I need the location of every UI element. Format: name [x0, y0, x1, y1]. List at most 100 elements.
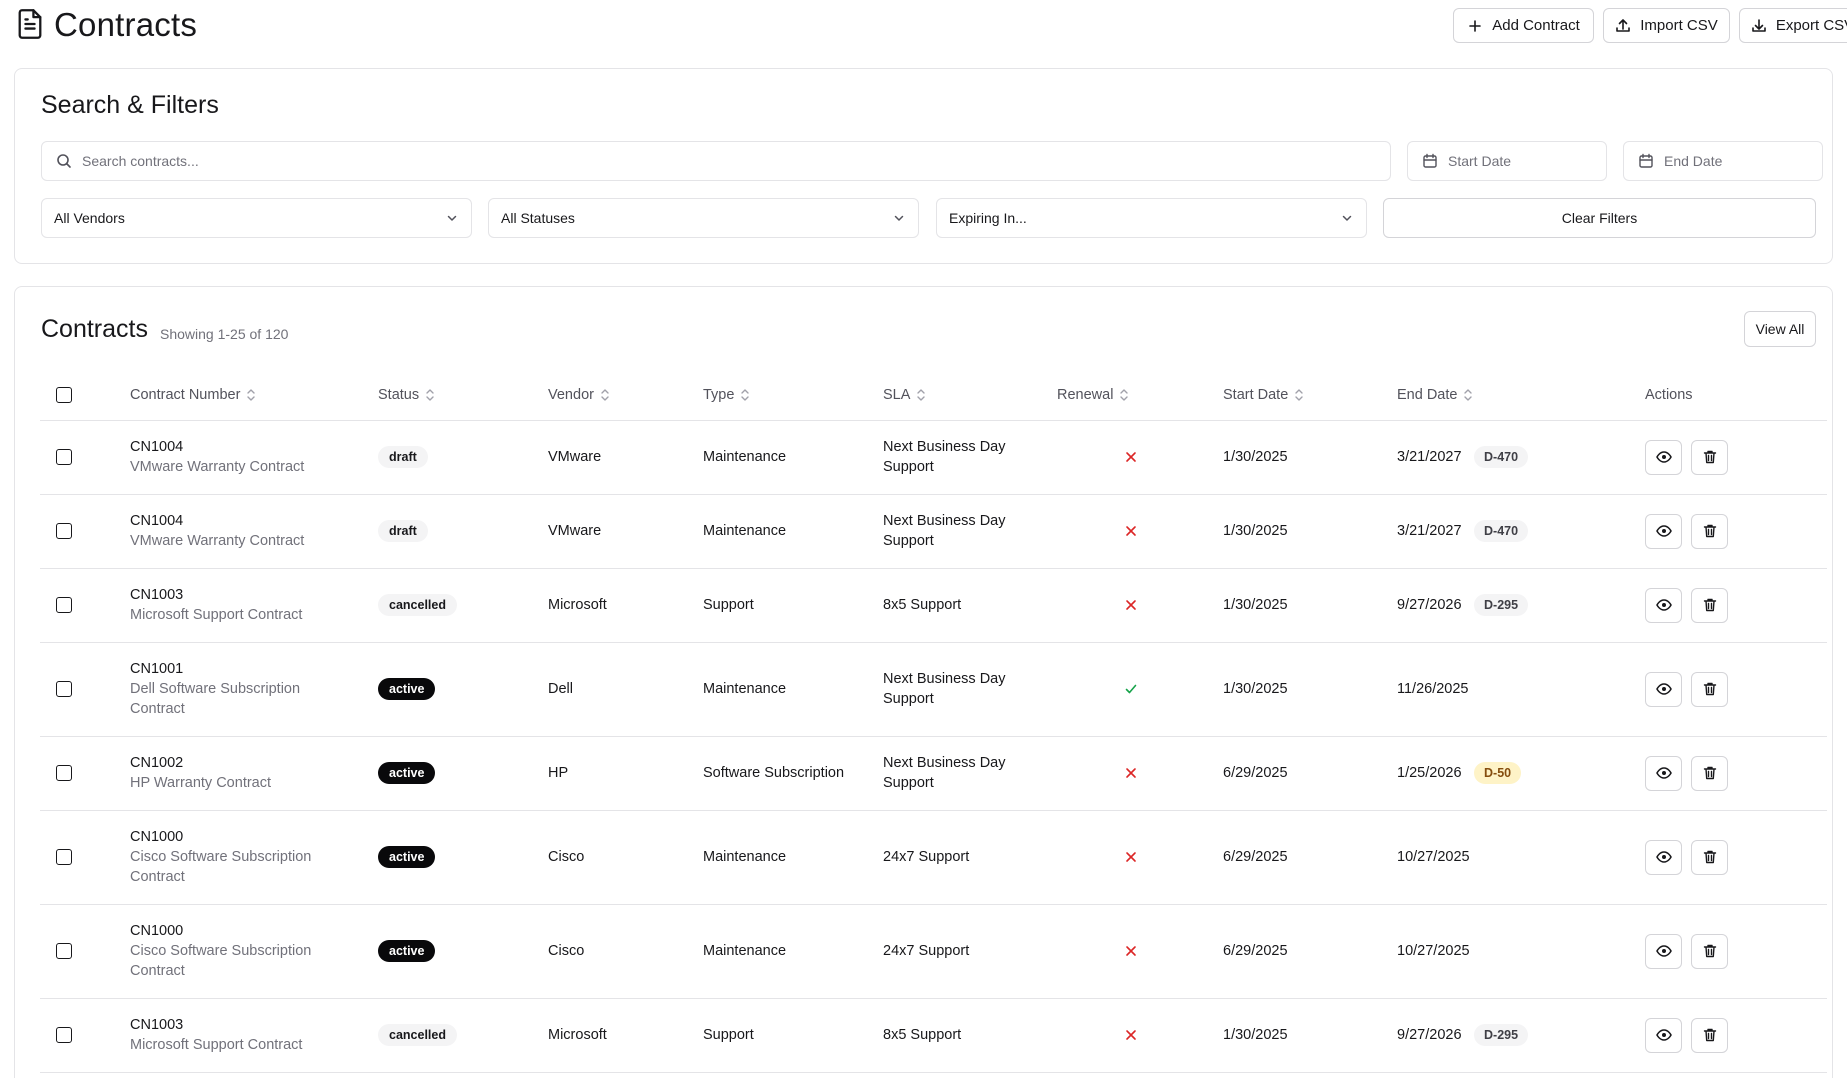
row-checkbox[interactable]	[56, 765, 72, 781]
calendar-icon	[1639, 153, 1653, 168]
delete-button[interactable]	[1691, 513, 1728, 549]
vendor-cell: Cisco	[548, 943, 585, 959]
status-badge: cancelled	[378, 1024, 457, 1046]
contract-cell[interactable]: CN1003 Microsoft Support Contract	[130, 585, 302, 625]
type-cell: Maintenance	[703, 449, 787, 465]
view-button[interactable]	[1645, 587, 1682, 623]
contract-cell[interactable]: CN1002 HP Warranty Contract	[130, 753, 271, 793]
type-cell: Maintenance	[703, 943, 787, 959]
sla-cell: Next Business Day Support	[883, 511, 1006, 551]
export-csv-label: Export CSV	[1775, 17, 1847, 34]
end-date-cell: 10/27/2025	[1397, 943, 1470, 959]
sla-cell: Next Business Day Support	[883, 753, 1006, 793]
column-header-label: Vendor	[548, 387, 594, 403]
sla-line: Next Business Day	[883, 755, 1006, 771]
delete-button[interactable]	[1691, 439, 1728, 475]
delete-button[interactable]	[1691, 671, 1728, 707]
x-icon	[1126, 526, 1136, 536]
sort-icon	[247, 389, 256, 401]
column-header-actions: Actions	[1645, 387, 1693, 403]
column-header-contract-number[interactable]: Contract Number	[130, 387, 256, 403]
sort-icon	[917, 389, 926, 401]
contract-cell[interactable]: CN1000 Cisco Software Subscription Contrac…	[130, 827, 311, 887]
sla-cell: 24x7 Support	[883, 941, 969, 961]
row-checkbox[interactable]	[56, 1027, 72, 1043]
contract-cell[interactable]: CN1000 Cisco Software Subscription Contrac…	[130, 921, 311, 981]
sla-cell: 8x5 Support	[883, 595, 961, 615]
row-checkbox[interactable]	[56, 681, 72, 697]
sort-icon	[601, 389, 609, 401]
status-select[interactable]: All Statuses	[488, 198, 919, 238]
row-checkbox[interactable]	[56, 849, 72, 865]
select-all-checkbox[interactable]	[56, 387, 72, 403]
start-date-input[interactable]: Start Date	[1407, 141, 1607, 181]
view-button[interactable]	[1645, 439, 1682, 475]
contract-cell[interactable]: CN1004 VMware Warranty Contract	[130, 511, 304, 551]
column-header-label: Actions	[1645, 387, 1693, 403]
export-csv-button[interactable]: Export CSV	[1739, 8, 1847, 43]
column-header-type[interactable]: Type	[703, 387, 750, 403]
delete-button[interactable]	[1691, 1017, 1728, 1053]
column-header-start-date[interactable]: Start Date	[1223, 387, 1304, 403]
search-input[interactable]: Search contracts...	[41, 141, 1391, 181]
vendor-select[interactable]: All Vendors	[41, 198, 472, 238]
end-date-cell: 3/21/2027	[1397, 449, 1462, 465]
view-button[interactable]	[1645, 755, 1682, 791]
sort-icon	[1464, 389, 1473, 401]
type-cell: Software Subscription	[703, 765, 845, 781]
contract-cell[interactable]: CN1001 Dell Software Subscription Contract	[130, 659, 300, 719]
vendor-cell: Microsoft	[548, 597, 607, 613]
contract-number: CN1000	[130, 923, 184, 939]
days-remaining-badge: D-470	[1474, 446, 1529, 468]
view-all-button[interactable]: View All	[1744, 311, 1816, 347]
expiring-select[interactable]: Expiring In...	[936, 198, 1367, 238]
end-date-input[interactable]: End Date	[1623, 141, 1823, 181]
view-button[interactable]	[1645, 933, 1682, 969]
start-date-cell: 6/29/2025	[1223, 765, 1288, 781]
vendor-cell: Microsoft	[548, 1027, 607, 1043]
row-checkbox[interactable]	[56, 597, 72, 613]
row-checkbox[interactable]	[56, 523, 72, 539]
contract-number: CN1001	[130, 661, 184, 677]
view-button[interactable]	[1645, 839, 1682, 875]
contract-cell[interactable]: CN1004 VMware Warranty Contract	[130, 437, 304, 477]
column-header-sla[interactable]: SLA	[883, 387, 926, 403]
upload-icon	[1616, 18, 1631, 32]
column-header-renewal[interactable]: Renewal	[1057, 387, 1129, 403]
contract-name: HP Warranty Contract	[130, 775, 272, 791]
sla-line: 8x5 Support	[883, 1027, 962, 1043]
sort-icon	[426, 389, 434, 401]
add-contract-button[interactable]: Add Contract	[1453, 8, 1594, 43]
document-icon	[18, 9, 42, 39]
column-header-label: Start Date	[1223, 387, 1289, 403]
sla-line: Support	[883, 775, 934, 791]
view-button[interactable]	[1645, 1017, 1682, 1053]
column-header-vendor[interactable]: Vendor	[548, 387, 610, 403]
sort-icon	[1120, 389, 1129, 401]
x-icon	[1126, 852, 1136, 862]
row-checkbox[interactable]	[56, 943, 72, 959]
delete-button[interactable]	[1691, 933, 1728, 969]
row-divider	[40, 998, 1827, 999]
delete-button[interactable]	[1691, 755, 1728, 791]
start-date-cell: 1/30/2025	[1223, 1027, 1288, 1043]
type-cell: Maintenance	[703, 849, 787, 865]
eye-icon	[1655, 851, 1672, 863]
trash-icon	[1703, 1028, 1716, 1042]
delete-button[interactable]	[1691, 839, 1728, 875]
view-button[interactable]	[1645, 513, 1682, 549]
row-checkbox[interactable]	[56, 449, 72, 465]
delete-button[interactable]	[1691, 587, 1728, 623]
clear-filters-button[interactable]: Clear Filters	[1383, 198, 1816, 238]
start-date-cell: 1/30/2025	[1223, 681, 1288, 697]
view-button[interactable]	[1645, 671, 1682, 707]
import-csv-button[interactable]: Import CSV	[1603, 8, 1730, 43]
column-header-status[interactable]: Status	[378, 387, 435, 403]
contract-cell[interactable]: CN1003 Microsoft Support Contract	[130, 1015, 302, 1055]
start-date-cell: 1/30/2025	[1223, 523, 1288, 539]
days-remaining-badge: D-50	[1474, 762, 1522, 784]
eye-icon	[1655, 525, 1672, 537]
column-header-end-date[interactable]: End Date	[1397, 387, 1473, 403]
row-divider	[40, 642, 1827, 643]
row-divider	[40, 904, 1827, 905]
